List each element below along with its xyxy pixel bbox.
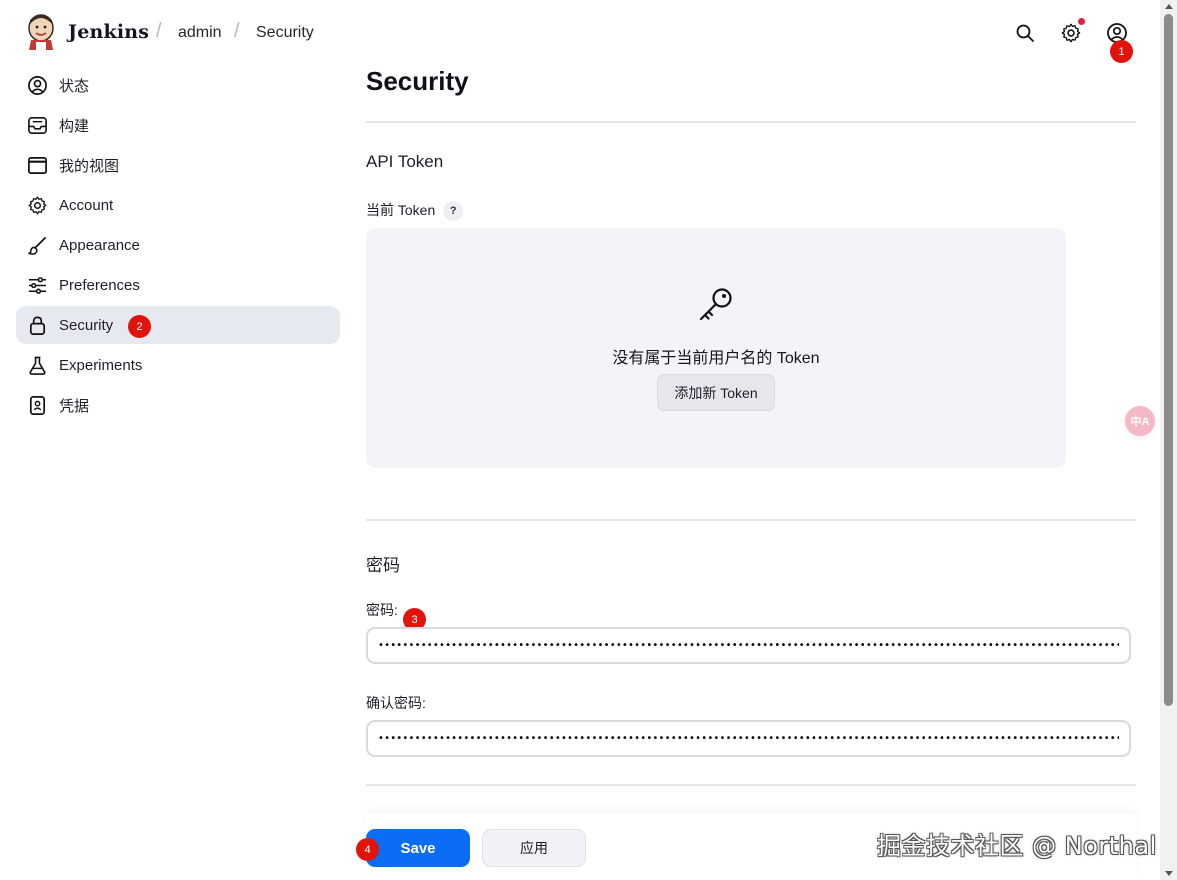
password-section-title: 密码 xyxy=(366,556,400,575)
divider xyxy=(366,121,1136,123)
credentials-icon xyxy=(26,394,48,416)
sidebar-item-my-views[interactable]: 我的视图 xyxy=(16,146,340,184)
save-button[interactable]: Save xyxy=(366,829,470,867)
current-token-label-text: 当前 Token xyxy=(366,202,436,218)
jenkins-logo[interactable] xyxy=(26,14,56,50)
password-value: ••••••••••••••••••••••••••••••••••••••••… xyxy=(378,640,1119,651)
sidebar-item-label: Security xyxy=(59,316,114,334)
main-content: Security API Token 当前 Token? 没有属于当前用户名的 … xyxy=(366,0,1136,880)
translate-icon[interactable]: 中A xyxy=(1125,406,1155,436)
add-new-token-button[interactable]: 添加新 Token xyxy=(657,374,775,411)
sidebar-item-label: 构建 xyxy=(59,117,90,135)
sidebar: 状态 构建 我的视图 Account Appearance Preference… xyxy=(16,66,340,426)
divider xyxy=(366,784,1136,786)
step-marker-2: 2 xyxy=(128,315,151,338)
divider xyxy=(366,519,1136,521)
sidebar-item-account[interactable]: Account xyxy=(16,186,340,224)
inbox-icon xyxy=(26,114,48,136)
breadcrumb-admin[interactable]: admin xyxy=(178,24,222,42)
sidebar-item-credentials[interactable]: 凭据 xyxy=(16,386,340,424)
brand-name[interactable]: Jenkins xyxy=(68,21,149,43)
confirm-password-value: ••••••••••••••••••••••••••••••••••••••••… xyxy=(378,733,1119,744)
sidebar-item-label: Account xyxy=(59,196,114,214)
window-icon xyxy=(26,154,48,176)
step-marker-4: 4 xyxy=(356,838,379,861)
sidebar-item-label: Appearance xyxy=(59,236,140,254)
apply-button[interactable]: 应用 xyxy=(482,829,586,867)
api-token-section-title: API Token xyxy=(366,152,444,171)
sidebar-item-preferences[interactable]: Preferences xyxy=(16,266,340,304)
scroll-thumb[interactable] xyxy=(1164,14,1173,706)
gear-icon xyxy=(26,194,48,216)
scroll-down-arrow-icon[interactable] xyxy=(1165,871,1173,876)
sidebar-item-appearance[interactable]: Appearance xyxy=(16,226,340,264)
breadcrumb-separator: / xyxy=(234,20,240,42)
sidebar-item-experiments[interactable]: Experiments xyxy=(16,346,340,384)
confirm-password-field[interactable]: ••••••••••••••••••••••••••••••••••••••••… xyxy=(366,720,1131,757)
key-icon xyxy=(696,284,736,324)
help-icon[interactable]: ? xyxy=(443,201,464,222)
vertical-scrollbar[interactable] xyxy=(1160,0,1177,880)
password-field[interactable]: ••••••••••••••••••••••••••••••••••••••••… xyxy=(366,627,1131,664)
sidebar-item-security[interactable]: Security 2 xyxy=(16,306,340,344)
watermark: 掘金技术社区 @ Northal xyxy=(877,832,1157,860)
confirm-password-label: 确认密码: xyxy=(366,695,426,711)
brush-icon xyxy=(26,234,48,256)
sidebar-item-label: 我的视图 xyxy=(59,157,120,175)
scroll-up-arrow-icon[interactable] xyxy=(1165,4,1173,9)
sidebar-item-status[interactable]: 状态 xyxy=(16,66,340,104)
current-token-label: 当前 Token? xyxy=(366,200,464,222)
lock-icon xyxy=(26,314,48,336)
password-label: 密码: xyxy=(366,602,398,618)
no-token-message: 没有属于当前用户名的 Token xyxy=(612,350,820,367)
sidebar-item-label: 状态 xyxy=(59,77,90,95)
page-title: Security xyxy=(366,66,469,96)
sidebar-item-label: Experiments xyxy=(59,356,143,374)
sidebar-item-label: Preferences xyxy=(59,276,140,294)
flask-icon xyxy=(26,354,48,376)
sliders-icon xyxy=(26,274,48,296)
token-empty-state: 没有属于当前用户名的 Token 添加新 Token xyxy=(366,228,1066,468)
user-circle-icon xyxy=(26,74,48,96)
sidebar-item-builds[interactable]: 构建 xyxy=(16,106,340,144)
sidebar-item-label: 凭据 xyxy=(59,397,90,415)
breadcrumb-security[interactable]: Security xyxy=(256,24,314,42)
breadcrumb-separator: / xyxy=(156,20,162,42)
